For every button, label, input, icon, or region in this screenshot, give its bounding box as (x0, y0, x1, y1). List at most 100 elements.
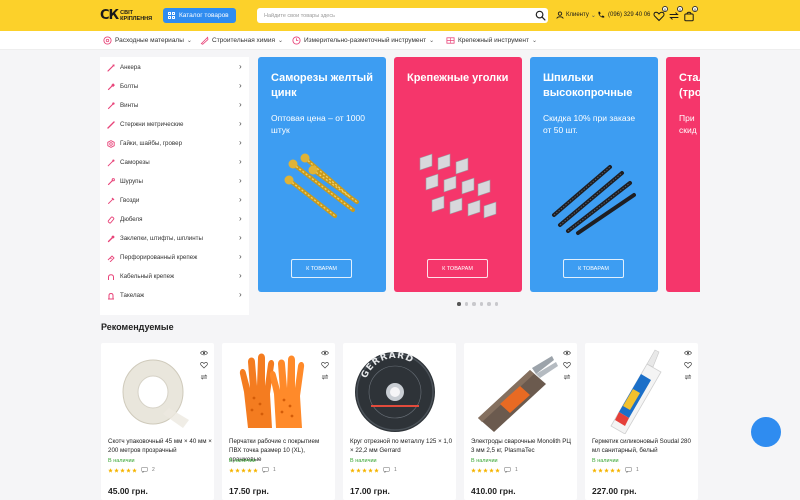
compare-icon[interactable] (200, 373, 208, 381)
product-name[interactable]: Электроды сварочные Monolith РЦ 3 мм 2,5… (471, 437, 575, 455)
carousel-dot[interactable] (457, 302, 461, 306)
chat-button[interactable] (751, 417, 781, 447)
product-card[interactable]: Скотч упаковочный 45 мм × 40 мм × 200 ме… (101, 343, 214, 500)
sidebar-item-cable-fasteners[interactable]: Кабельный крепеж › (100, 267, 249, 286)
product-name[interactable]: Скотч упаковочный 45 мм × 40 мм × 200 ме… (108, 437, 212, 455)
sidebar-item-self-tapping-screws[interactable]: Саморезы › (100, 153, 249, 172)
product-name[interactable]: Герметик силиконовый Soudal 280 мл санит… (592, 437, 696, 455)
nav-item-construction-chemistry[interactable]: Строительная химия ⌄ (200, 36, 283, 45)
sidebar-item-dowels[interactable]: Дюбеля › (100, 210, 249, 229)
sidebar-item-bolts[interactable]: Болты › (100, 77, 249, 96)
nail-icon (108, 197, 115, 204)
star-icon (114, 467, 119, 473)
perforated-plate-icon (107, 254, 115, 262)
phone-link[interactable]: (096) 329 40 06 (597, 11, 650, 19)
heart-icon[interactable] (563, 361, 571, 369)
site-header: СК СВІТ КРІПЛЕННЯ Каталог товаров Клиент… (0, 0, 800, 31)
silicone-sealant-image (610, 349, 662, 434)
chevron-right-icon: › (239, 214, 242, 223)
sidebar-item-perforated-fasteners[interactable]: Перфорированный крепеж › (100, 248, 249, 267)
carousel-dot[interactable] (472, 302, 476, 306)
product-card[interactable]: GERRARD Круг отрезной по металлу 125 × 1… (343, 343, 456, 500)
sidebar-item-rigging[interactable]: Такелаж › (100, 286, 249, 305)
eye-icon[interactable] (563, 349, 571, 357)
compare-button[interactable]: 0 (668, 6, 683, 21)
phone-icon (598, 11, 605, 18)
nav-item-fastening-tools[interactable]: Крепежный инструмент ⌄ (446, 36, 537, 45)
banner-steel-partial[interactable]: Стал(тро Прискид (666, 57, 700, 292)
rod-icon (107, 120, 115, 129)
chevron-right-icon: › (239, 290, 242, 299)
eye-icon[interactable] (200, 349, 208, 357)
product-rating: 1 (471, 467, 518, 473)
disc-icon (103, 36, 112, 45)
star-icon (374, 467, 379, 473)
heart-icon[interactable] (321, 361, 329, 369)
sidebar-item-label: Гайки, шайбы, гровер (120, 140, 183, 147)
compare-icon[interactable] (321, 373, 329, 381)
compare-icon[interactable] (684, 373, 692, 381)
banner-cta-button[interactable]: К ТОВАРАМ (291, 259, 352, 278)
eye-icon[interactable] (684, 349, 692, 357)
star-icon (126, 467, 131, 473)
heart-icon[interactable] (684, 361, 692, 369)
stock-status: В наличии (229, 458, 256, 464)
sidebar-item-nuts-washers[interactable]: Гайки, шайбы, гровер › (100, 134, 249, 153)
product-card[interactable]: Перчатки рабочие с покрытием ПВХ точка р… (222, 343, 335, 500)
product-card[interactable]: Электроды сварочные Monolith РЦ 3 мм 2,5… (464, 343, 577, 500)
catalog-button[interactable]: Каталог товаров (163, 8, 236, 23)
sidebar-item-rivets-pins[interactable]: Заклепки, штифты, шплинты › (100, 229, 249, 248)
product-rating: 1 (592, 467, 639, 473)
product-price: 17.50 грн. (229, 486, 269, 496)
cart-button[interactable]: 0 (683, 6, 698, 22)
banner-corners[interactable]: Крепежные уголки К ТОВАРАМ (394, 57, 522, 292)
carousel-dot[interactable] (479, 302, 483, 306)
tool-icon (446, 37, 455, 44)
search-input[interactable] (257, 8, 548, 23)
logo-text: СВІТ КРІПЛЕННЯ (120, 10, 152, 22)
banner-cta-button[interactable]: К ТОВАРАМ (427, 259, 488, 278)
banner-cta-button[interactable]: К ТОВАРАМ (563, 259, 624, 278)
sidebar-item-label: Кабельный крепеж (120, 273, 175, 280)
star-icon (350, 467, 355, 473)
banner-screws[interactable]: Саморезы желтый цинк Оптовая цена – от 10… (258, 57, 386, 292)
client-menu[interactable]: Клиенту ⌄ (556, 11, 596, 19)
review-count: 2 (152, 467, 155, 473)
review-count: 1 (394, 467, 397, 473)
sidebar-item-threaded-rods[interactable]: Стержни метрические › (100, 115, 249, 134)
carousel-dot[interactable] (464, 302, 468, 306)
comment-icon (141, 467, 148, 473)
heart-icon[interactable] (200, 361, 208, 369)
star-icon (120, 467, 125, 473)
star-icon (598, 467, 603, 473)
site-logo[interactable]: СК СВІТ КРІПЛЕННЯ (100, 9, 152, 22)
sidebar-item-label: Гвозди (120, 197, 140, 204)
product-name[interactable]: Круг отрезной по металлу 125 × 1,0 × 22,… (350, 437, 454, 455)
carousel-dot[interactable] (494, 302, 498, 306)
banner-title: Стал(тро (679, 72, 700, 99)
nav-item-measuring-tools[interactable]: Измерительно-разметочный инструмент ⌄ (292, 36, 434, 45)
sidebar-item-label: Болты (120, 83, 139, 90)
sidebar-item-anchors[interactable]: Анкера › (100, 58, 249, 77)
search-icon[interactable] (535, 10, 546, 21)
favorites-button[interactable]: 0 (653, 6, 668, 22)
star-icon (108, 467, 113, 473)
product-rating: 1 (229, 467, 276, 473)
product-rating: 2 (108, 467, 155, 473)
star-icon (489, 467, 494, 473)
compare-icon[interactable] (563, 373, 571, 381)
star-icon (253, 467, 258, 473)
product-card[interactable]: Герметик силиконовый Soudal 280 мл санит… (585, 343, 698, 500)
star-icon (610, 467, 615, 473)
carousel-dots (457, 302, 498, 306)
nav-item-consumables[interactable]: Расходные материалы ⌄ (103, 36, 192, 45)
carousel-dot[interactable] (487, 302, 491, 306)
eye-icon[interactable] (321, 349, 329, 357)
sidebar-item-nails[interactable]: Гвозди › (100, 191, 249, 210)
chevron-down-icon: ⌄ (429, 38, 435, 44)
banner-studs[interactable]: Шпильки высокопрочные Скидка 10% при зака… (530, 57, 658, 292)
sidebar-item-wood-screws[interactable]: Шурупы › (100, 172, 249, 191)
user-icon (556, 11, 564, 19)
sidebar-item-screws[interactable]: Винты › (100, 96, 249, 115)
sidebar-item-label: Анкера (120, 64, 141, 71)
